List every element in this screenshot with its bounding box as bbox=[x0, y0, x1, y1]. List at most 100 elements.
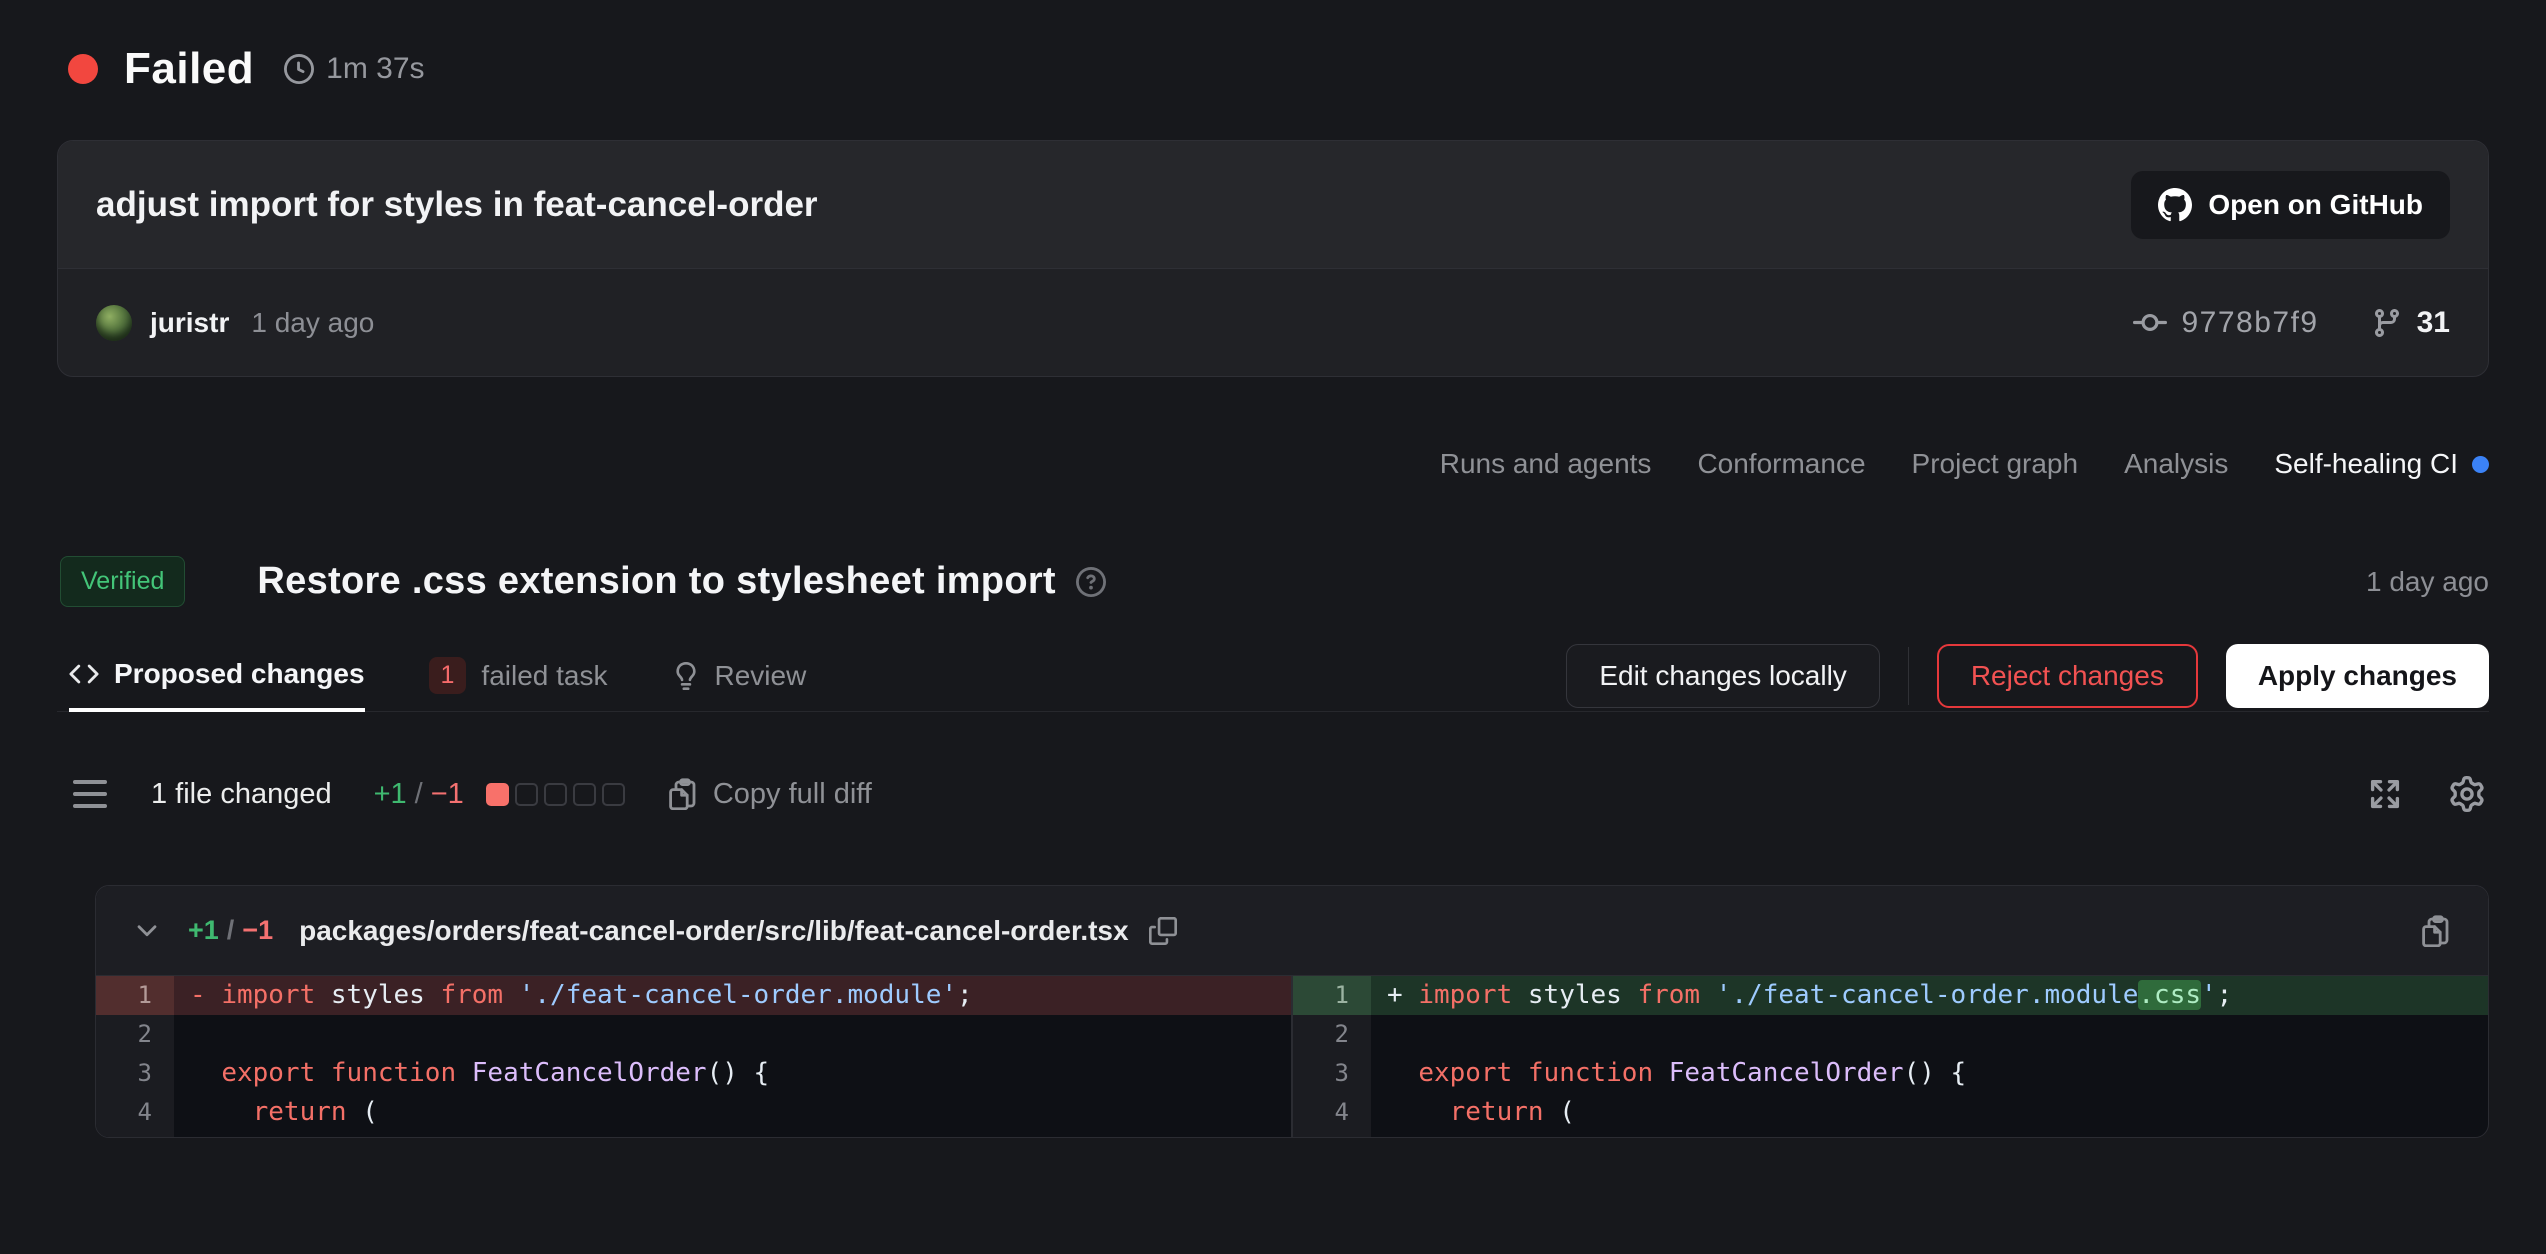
fix-tabs-row: Proposed changes 1 failed task Review Ed… bbox=[57, 640, 2489, 712]
diff-line: 1- import styles from './feat-cancel-ord… bbox=[96, 976, 1291, 1015]
code-text: export function FeatCancelOrder() { bbox=[1371, 1054, 2488, 1093]
code-text: export function FeatCancelOrder() { bbox=[174, 1054, 1291, 1093]
actions-divider bbox=[1908, 647, 1909, 705]
diff-toolbar: 1 file changed +1 / −1 Copy full diff bbox=[57, 756, 2489, 832]
copy-file-diff-button[interactable] bbox=[2420, 915, 2452, 947]
diff-line: 2 bbox=[96, 1015, 1291, 1054]
tab-proposed-changes[interactable]: Proposed changes bbox=[69, 640, 365, 712]
nav-item-self-healing-ci[interactable]: Self-healing CI bbox=[2274, 448, 2489, 480]
code-text: return ( bbox=[1371, 1093, 2488, 1132]
diff-square-del bbox=[486, 783, 509, 806]
diff-line: 1+ import styles from './feat-cancel-ord… bbox=[1293, 976, 2488, 1015]
code-icon bbox=[69, 659, 99, 689]
stat-slash: / bbox=[415, 778, 423, 811]
diff-filler bbox=[96, 1132, 1291, 1138]
line-number: 3 bbox=[96, 1054, 174, 1093]
line-number: 1 bbox=[96, 976, 174, 1015]
diff-pane-before: 1- import styles from './feat-cancel-ord… bbox=[96, 976, 1293, 1138]
diff-square-empty bbox=[515, 783, 538, 806]
commit-message: adjust import for styles in feat-cancel-… bbox=[96, 185, 818, 225]
copy-full-diff-label: Copy full diff bbox=[713, 778, 872, 811]
diff-square-empty bbox=[544, 783, 567, 806]
line-number: 4 bbox=[1293, 1093, 1371, 1132]
branch-count[interactable]: 31 bbox=[2417, 306, 2450, 340]
diff-card: +1 / −1 packages/orders/feat-cancel-orde… bbox=[95, 885, 2489, 1138]
failed-task-count-badge: 1 bbox=[429, 657, 467, 694]
copy-icon bbox=[1149, 917, 1177, 945]
nav-item-runs-and-agents[interactable]: Runs and agents bbox=[1440, 448, 1652, 480]
diff-body: 1- import styles from './feat-cancel-ord… bbox=[96, 976, 2488, 1138]
help-icon[interactable] bbox=[1076, 567, 1106, 597]
additions-count: +1 bbox=[374, 778, 407, 811]
gear-icon[interactable] bbox=[2449, 776, 2485, 812]
code-text bbox=[174, 1015, 1291, 1054]
line-number: 2 bbox=[1293, 1015, 1371, 1054]
clock-icon bbox=[284, 54, 314, 84]
deletions-count: −1 bbox=[431, 778, 464, 811]
git-branch-icon bbox=[2371, 307, 2403, 339]
file-additions: +1 bbox=[188, 915, 219, 946]
reject-changes-button[interactable]: Reject changes bbox=[1937, 644, 2198, 708]
diff-squares bbox=[486, 783, 625, 806]
fix-header: Verified Restore .css extension to style… bbox=[60, 556, 2489, 607]
lightbulb-icon bbox=[672, 662, 700, 690]
code-text: + import styles from './feat-cancel-orde… bbox=[1371, 976, 2488, 1015]
code-text bbox=[1371, 1015, 2488, 1054]
line-number: 1 bbox=[1293, 976, 1371, 1015]
chevron-down-icon[interactable] bbox=[132, 916, 162, 946]
diff-square-empty bbox=[602, 783, 625, 806]
tab-proposed-changes-label: Proposed changes bbox=[114, 658, 365, 690]
workspace-nav: Runs and agents Conformance Project grap… bbox=[1440, 448, 2489, 480]
line-number: 4 bbox=[96, 1093, 174, 1132]
diff-line: 3 export function FeatCancelOrder() { bbox=[1293, 1054, 2488, 1093]
verified-badge: Verified bbox=[60, 556, 185, 607]
diff-line: 4 return ( bbox=[96, 1093, 1291, 1132]
nav-item-project-graph[interactable]: Project graph bbox=[1912, 448, 2079, 480]
status-failed-dot bbox=[68, 54, 98, 84]
diff-filler bbox=[1293, 1132, 2488, 1138]
copy-file-path-button[interactable] bbox=[1149, 917, 1177, 945]
diff-pane-after: 1+ import styles from './feat-cancel-ord… bbox=[1293, 976, 2488, 1138]
fix-time: 1 day ago bbox=[2366, 566, 2489, 598]
tab-failed-task[interactable]: 1 failed task bbox=[429, 640, 608, 711]
author-name: juristr bbox=[150, 307, 229, 339]
commit-card: adjust import for styles in feat-cancel-… bbox=[57, 140, 2489, 377]
apply-changes-button[interactable]: Apply changes bbox=[2226, 644, 2489, 708]
commit-hash[interactable]: 9778b7f9 bbox=[2181, 306, 2318, 340]
file-path: packages/orders/feat-cancel-order/src/li… bbox=[299, 915, 1128, 947]
file-list-menu-icon[interactable] bbox=[73, 780, 107, 808]
diff-file-header: +1 / −1 packages/orders/feat-cancel-orde… bbox=[96, 886, 2488, 976]
github-icon bbox=[2158, 188, 2192, 222]
open-on-github-button[interactable]: Open on GitHub bbox=[2131, 171, 2450, 239]
fix-title: Restore .css extension to stylesheet imp… bbox=[257, 560, 1056, 603]
open-on-github-label: Open on GitHub bbox=[2208, 189, 2423, 221]
nav-item-conformance[interactable]: Conformance bbox=[1697, 448, 1865, 480]
diff-square-empty bbox=[573, 783, 596, 806]
run-status-header: Failed 1m 37s bbox=[68, 44, 425, 94]
edit-changes-locally-button[interactable]: Edit changes locally bbox=[1566, 644, 1879, 708]
code-text: return ( bbox=[174, 1093, 1291, 1132]
line-number: 3 bbox=[1293, 1054, 1371, 1093]
nav-item-analysis[interactable]: Analysis bbox=[2124, 448, 2228, 480]
diff-line: 2 bbox=[1293, 1015, 2488, 1054]
tab-review[interactable]: Review bbox=[672, 640, 807, 711]
tab-failed-task-label: failed task bbox=[481, 660, 607, 692]
author-avatar bbox=[96, 305, 132, 341]
self-healing-ci-page: Failed 1m 37s adjust import for styles i… bbox=[0, 0, 2546, 1254]
file-stat-slash: / bbox=[227, 915, 235, 946]
run-status-label: Failed bbox=[124, 44, 254, 94]
code-text: - import styles from './feat-cancel-orde… bbox=[174, 976, 1291, 1015]
files-changed-label: 1 file changed bbox=[151, 778, 332, 811]
diff-line: 3 export function FeatCancelOrder() { bbox=[96, 1054, 1291, 1093]
file-deletions: −1 bbox=[242, 915, 273, 946]
git-commit-icon bbox=[2133, 306, 2167, 340]
commit-time: 1 day ago bbox=[251, 307, 374, 339]
run-duration: 1m 37s bbox=[326, 52, 424, 86]
clipboard-icon bbox=[667, 778, 699, 810]
nav-item-self-healing-ci-label: Self-healing CI bbox=[2274, 448, 2458, 480]
tab-review-label: Review bbox=[715, 660, 807, 692]
notification-dot bbox=[2472, 456, 2489, 473]
expand-icon[interactable] bbox=[2367, 776, 2403, 812]
copy-full-diff-button[interactable]: Copy full diff bbox=[667, 778, 872, 811]
diff-line: 4 return ( bbox=[1293, 1093, 2488, 1132]
